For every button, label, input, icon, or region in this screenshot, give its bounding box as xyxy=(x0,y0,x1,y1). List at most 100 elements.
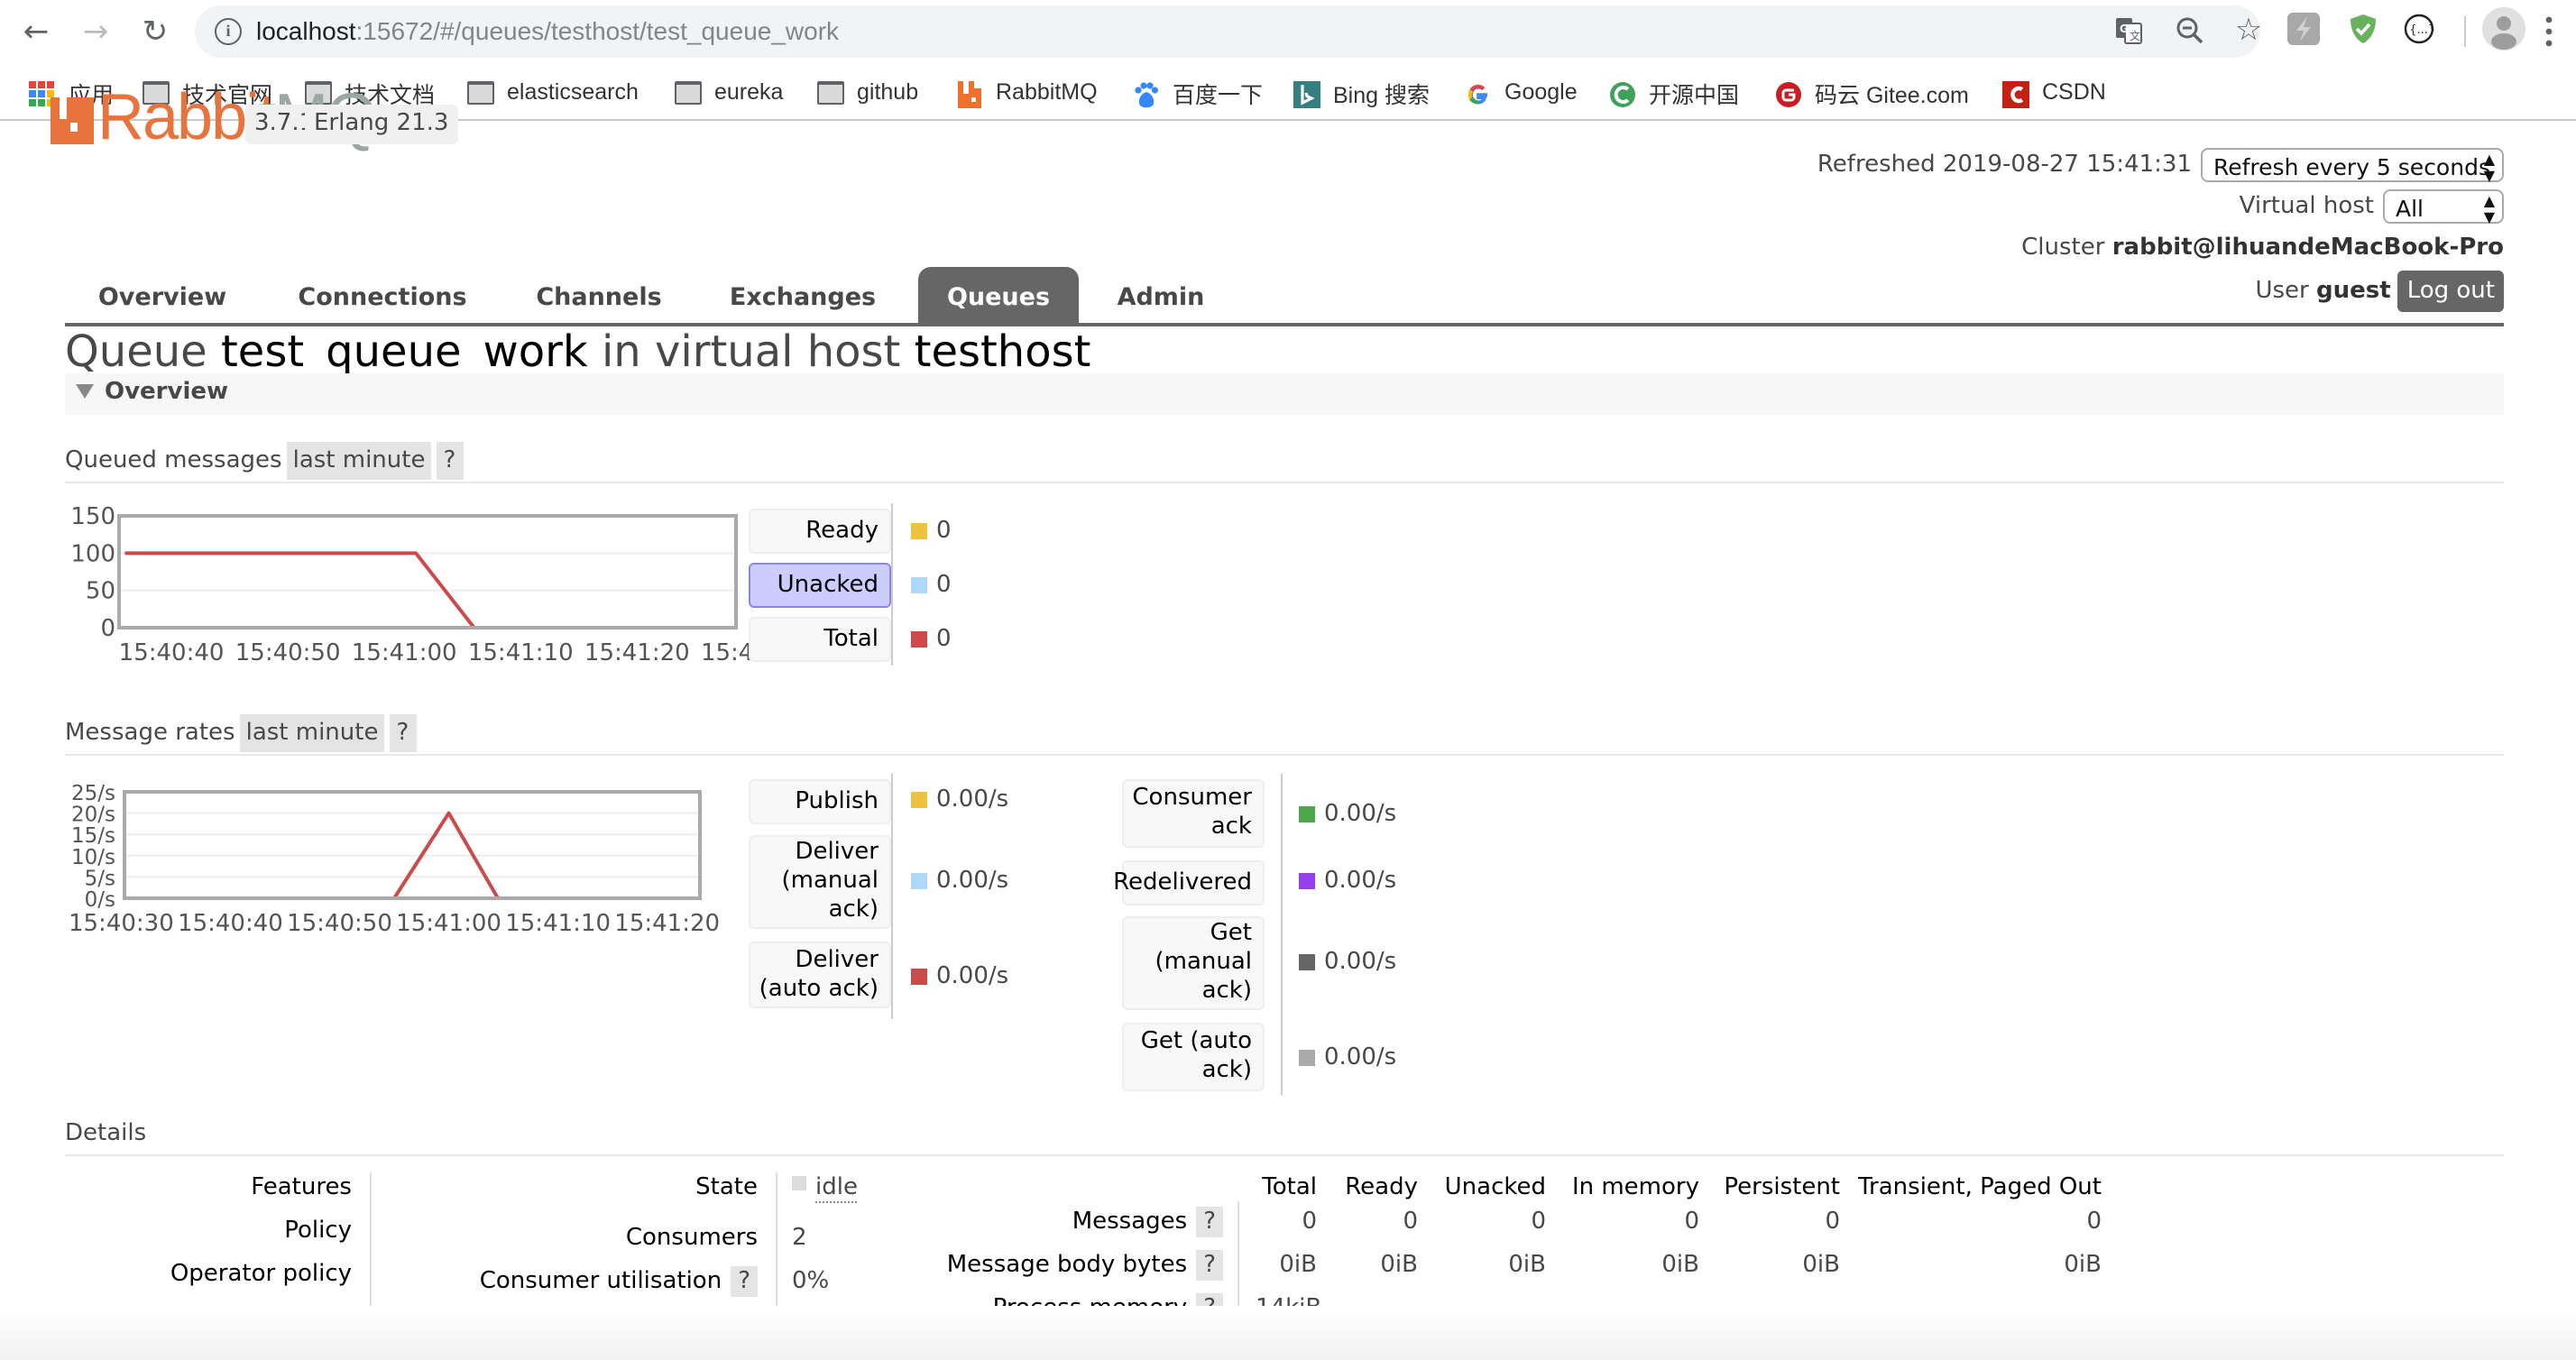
legend-unacked[interactable]: Unacked xyxy=(749,563,891,608)
range-selector[interactable]: last minute xyxy=(287,442,431,480)
bookmark-star-icon[interactable]: ☆ xyxy=(2233,15,2264,47)
bookmark-bing[interactable]: Bing 搜索 xyxy=(1293,76,1430,108)
bookmark-folder[interactable]: eureka xyxy=(675,76,783,108)
zoom-out-icon[interactable] xyxy=(2174,16,2204,47)
folder-icon xyxy=(675,80,702,104)
google-icon xyxy=(1465,80,1492,104)
x-tick-label: 15:41:20 xyxy=(584,639,690,666)
bytes-transient: 0iB xyxy=(2064,1252,2102,1279)
legend-redelivered[interactable]: Redelivered xyxy=(1113,860,1265,905)
help-button[interactable]: ? xyxy=(731,1266,758,1297)
info-icon[interactable]: i xyxy=(215,18,242,45)
tab-connections[interactable]: Connections xyxy=(263,267,501,323)
help-button[interactable]: ? xyxy=(389,714,417,752)
get-manual-ack-rate: 0.00/s xyxy=(1299,949,1396,976)
overview-section-toggle[interactable]: Overview xyxy=(65,373,2504,415)
range-selector[interactable]: last minute xyxy=(240,714,384,752)
virtual-host-label: Virtual host xyxy=(2239,192,2374,219)
messages-total: 0 xyxy=(1302,1208,1317,1236)
publish-rate: 0.00/s xyxy=(911,786,1008,813)
messages-label: Messages? xyxy=(1072,1207,1223,1237)
select-arrows-icon: ▲ ▼ xyxy=(2483,151,2495,183)
refresh-interval-select[interactable]: Refresh every 5 seconds ▲ ▼ xyxy=(2201,147,2504,183)
total-swatch xyxy=(911,631,927,648)
deliver-manual-swatch xyxy=(911,873,927,889)
bookmark-google[interactable]: Google xyxy=(1465,76,1578,108)
tab-overview[interactable]: Overview xyxy=(65,267,260,323)
url-host: localhost xyxy=(256,16,356,45)
consumer-utilisation-label: Consumer utilisation? xyxy=(480,1266,758,1297)
legend-deliver-auto-ack[interactable]: Deliver (auto ack) xyxy=(749,942,891,1008)
tab-exchanges[interactable]: Exchanges xyxy=(704,267,902,323)
legend-ready[interactable]: Ready xyxy=(749,509,891,554)
messages-transient: 0 xyxy=(2086,1208,2102,1236)
legend-publish[interactable]: Publish xyxy=(749,779,891,824)
bookmark-folder[interactable]: github xyxy=(817,76,918,108)
bookmark-label: Bing 搜索 xyxy=(1333,82,1430,107)
get-auto-swatch xyxy=(1299,1050,1315,1066)
lightning-extension-icon[interactable] xyxy=(2287,13,2320,45)
x-tick-label: 15:40:40 xyxy=(178,910,283,937)
bookmark-label: CSDN xyxy=(2042,79,2106,105)
refresh-interval-value: Refresh every 5 seconds xyxy=(2213,152,2490,179)
bytes-total: 0iB xyxy=(1279,1252,1317,1279)
translate-icon[interactable]: G文 xyxy=(2112,16,2143,47)
profile-avatar-icon[interactable] xyxy=(2482,7,2525,51)
gitee-icon xyxy=(1775,80,1802,106)
bookmark-folder[interactable]: elasticsearch xyxy=(467,76,639,108)
tab-admin[interactable]: Admin xyxy=(1093,267,1228,323)
messages-unacked: 0 xyxy=(1531,1208,1546,1236)
legend-divider xyxy=(891,774,893,1019)
col-persistent: Persistent xyxy=(1724,1174,1840,1201)
reload-icon[interactable]: ↻ xyxy=(135,13,175,52)
heading-text: Details xyxy=(65,1120,147,1147)
bookmark-rabbitmq[interactable]: RabbitMQ xyxy=(956,76,1098,108)
help-button[interactable]: ? xyxy=(1196,1250,1223,1281)
bookmark-csdn[interactable]: CSDN xyxy=(2002,76,2106,108)
legend-consumer-ack[interactable]: Consumer ack xyxy=(1122,779,1265,848)
legend-deliver-manual-ack[interactable]: Deliver (manual ack) xyxy=(749,835,891,929)
title-prefix: Queue xyxy=(65,326,207,377)
consumer-utilisation-value: 0% xyxy=(792,1268,830,1295)
collapse-triangle-icon xyxy=(76,384,94,399)
browser-menu-icon[interactable] xyxy=(2545,14,2553,51)
svg-text:G: G xyxy=(2119,23,2128,35)
x-tick-label: 15:41:20 xyxy=(614,910,720,937)
bookmark-label: 码云 Gitee.com xyxy=(1815,82,1969,107)
message-body-bytes-label: Message body bytes? xyxy=(947,1250,1223,1281)
bookmark-gitee[interactable]: 码云 Gitee.com xyxy=(1775,76,1969,108)
address-bar[interactable]: i localhost:15672/#/queues/testhost/test… xyxy=(195,5,2262,58)
legend-divider xyxy=(891,503,893,666)
tab-channels[interactable]: Channels xyxy=(509,267,689,323)
json-viewer-icon[interactable]: {...} xyxy=(2403,13,2435,45)
legend-total[interactable]: Total xyxy=(749,617,891,662)
virtual-host-select[interactable]: All ▲ ▼ xyxy=(2383,188,2504,225)
x-tick-label: 15:41:10 xyxy=(505,910,611,937)
svg-text:文: 文 xyxy=(2129,29,2139,42)
back-icon[interactable]: ← xyxy=(16,13,56,52)
plot-border xyxy=(123,790,702,900)
help-button[interactable]: ? xyxy=(436,442,464,480)
cluster-label: Cluster xyxy=(2021,234,2105,261)
csdn-icon xyxy=(2002,80,2029,107)
legend-get-manual-ack[interactable]: Get (manual ack) xyxy=(1122,916,1265,1010)
heading-text: Message rates xyxy=(65,720,235,747)
y-tick-label: 25/s xyxy=(71,782,115,805)
url-text[interactable]: localhost:15672/#/queues/testhost/test_q… xyxy=(256,16,839,45)
bookmark-oschina[interactable]: 开源中国 xyxy=(1609,76,1739,108)
help-button[interactable]: ? xyxy=(1196,1207,1223,1237)
col-transient-paged-out: Transient, Paged Out xyxy=(1858,1174,2102,1201)
col-ready: Ready xyxy=(1345,1174,1418,1201)
adguard-shield-icon[interactable] xyxy=(2347,13,2379,45)
deliver-auto-ack-rate: 0.00/s xyxy=(911,963,1008,990)
bookmark-baidu[interactable]: 百度一下 xyxy=(1133,76,1263,108)
y-tick-label: 100 xyxy=(70,540,115,567)
unacked-value: 0 xyxy=(911,572,952,599)
bytes-ready: 0iB xyxy=(1380,1252,1418,1279)
legend-get-auto-ack[interactable]: Get (auto ack) xyxy=(1122,1023,1265,1091)
queue-name: test_queue_work xyxy=(220,326,588,377)
policy-label: Policy xyxy=(284,1218,352,1245)
tab-queues[interactable]: Queues xyxy=(918,267,1079,323)
details-divider xyxy=(776,1172,777,1313)
forward-icon[interactable]: → xyxy=(76,13,115,52)
